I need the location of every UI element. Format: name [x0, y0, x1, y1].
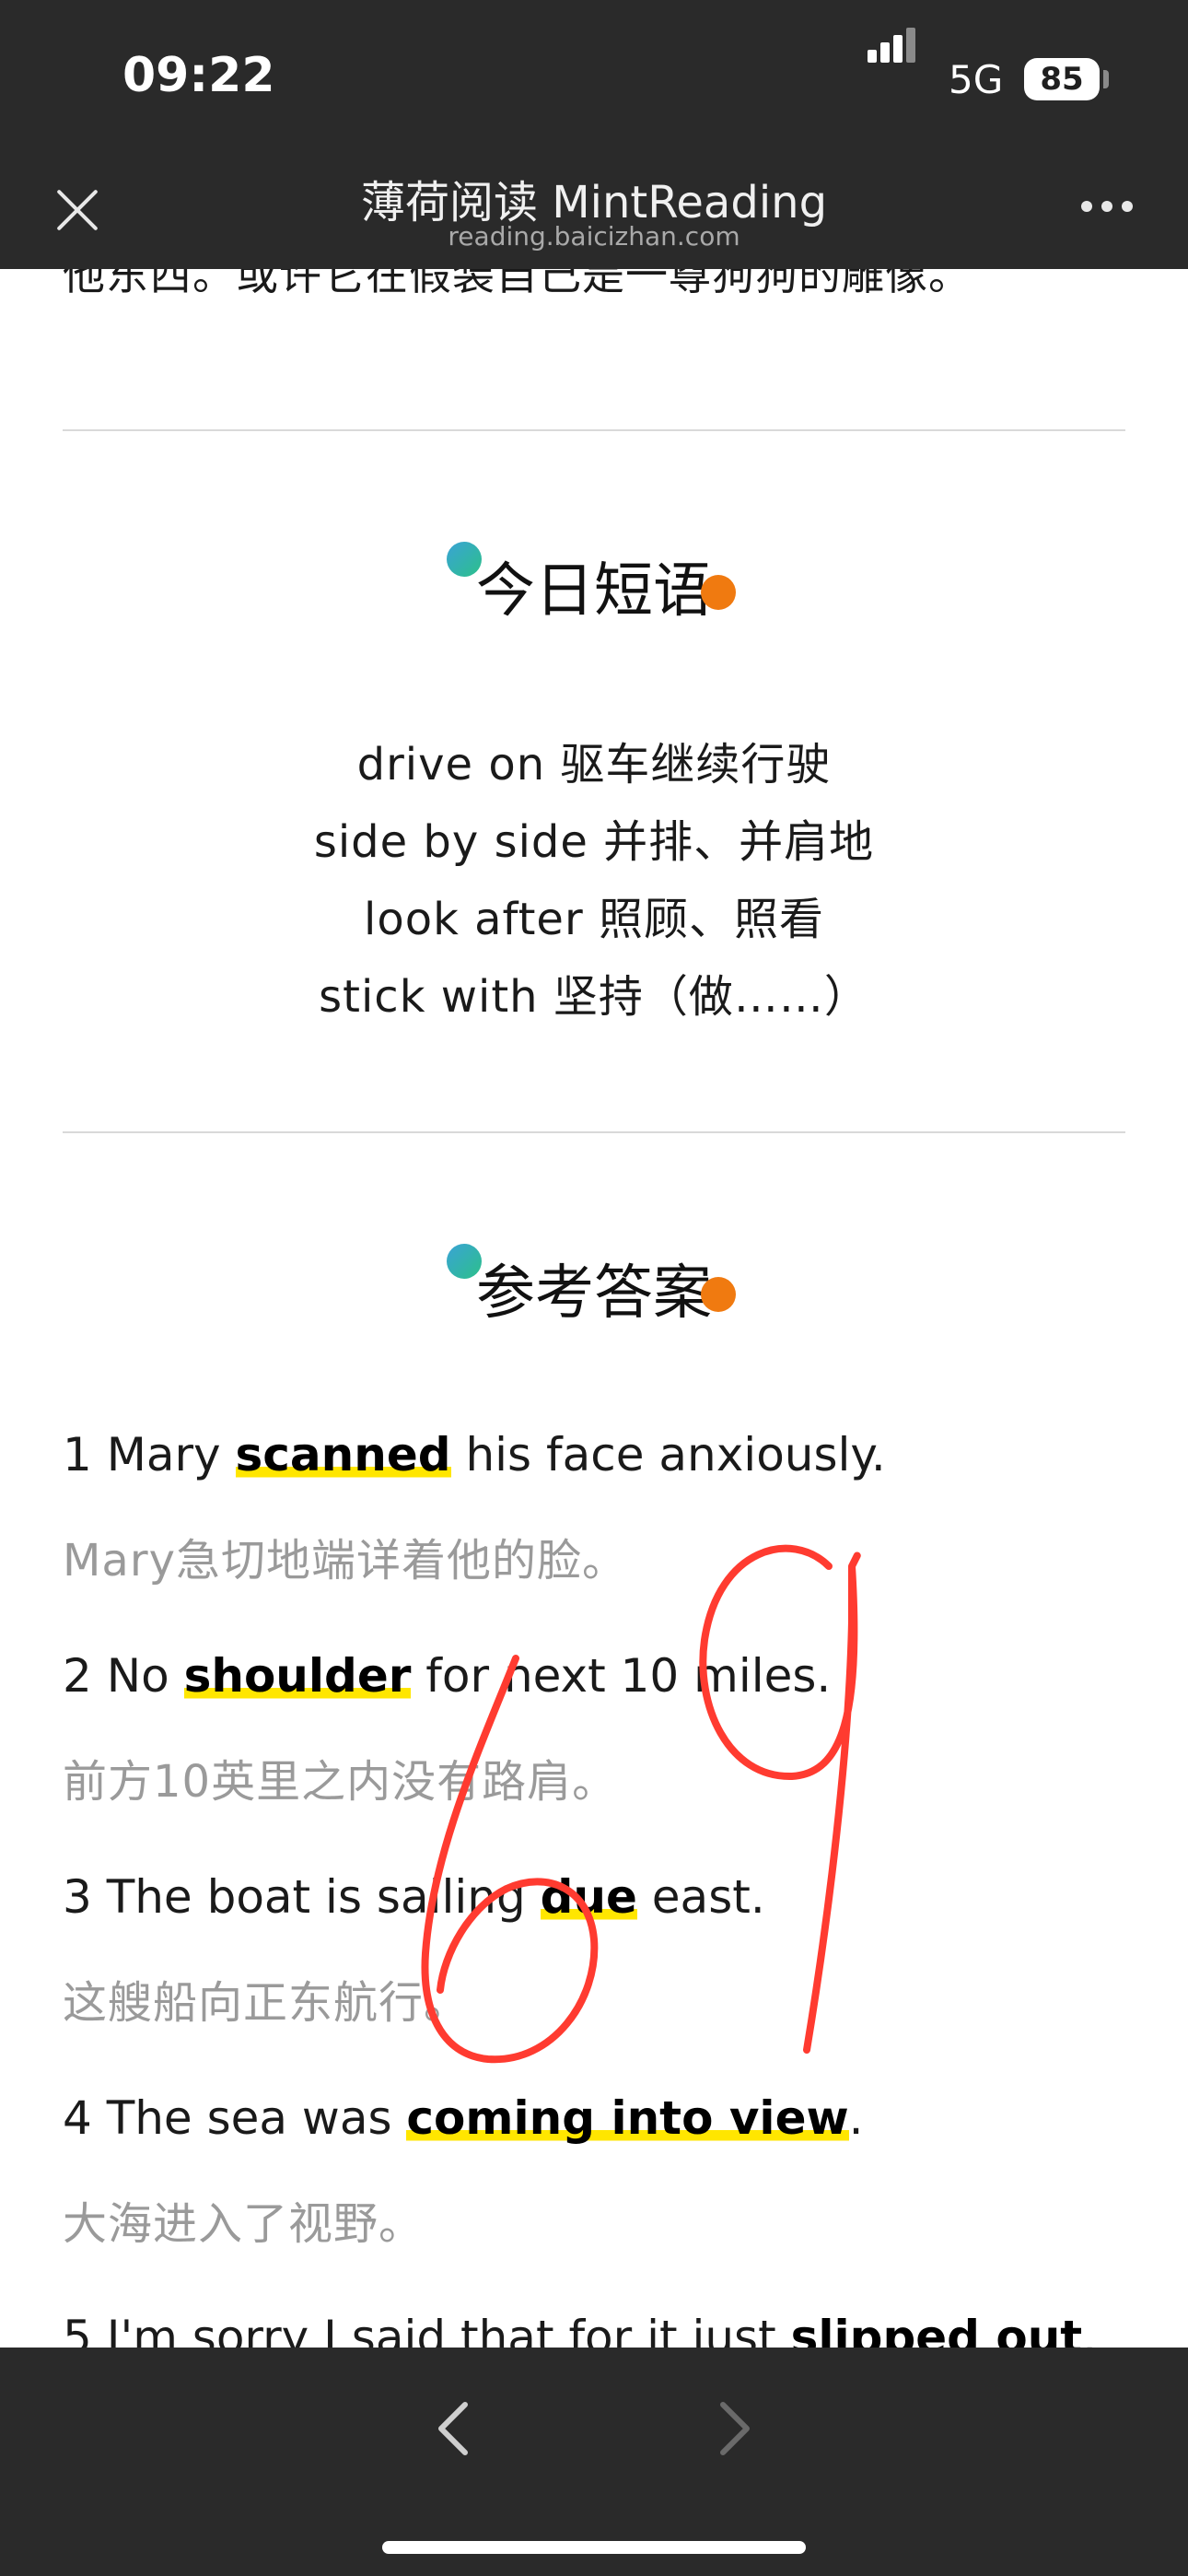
top-bar: 09:22 5G 85 薄荷阅读 MintReading reading.bai…	[0, 0, 1188, 269]
status-time: 09:22	[122, 48, 275, 103]
network-label: 5G	[949, 57, 1004, 102]
chevron-right-icon[interactable]	[695, 2392, 769, 2465]
battery-cap	[1103, 70, 1109, 88]
chevron-left-icon[interactable]	[419, 2392, 493, 2465]
home-indicator[interactable]	[382, 2541, 806, 2554]
battery-icon: 85	[1024, 58, 1100, 100]
handwritten-digit-6	[421, 1655, 599, 2064]
handwriting-overlay	[421, 1544, 861, 2064]
more-options-icon[interactable]	[1081, 201, 1136, 219]
handwritten-digit-9	[699, 1544, 861, 2054]
page-url: reading.baicizhan.com	[448, 221, 740, 252]
